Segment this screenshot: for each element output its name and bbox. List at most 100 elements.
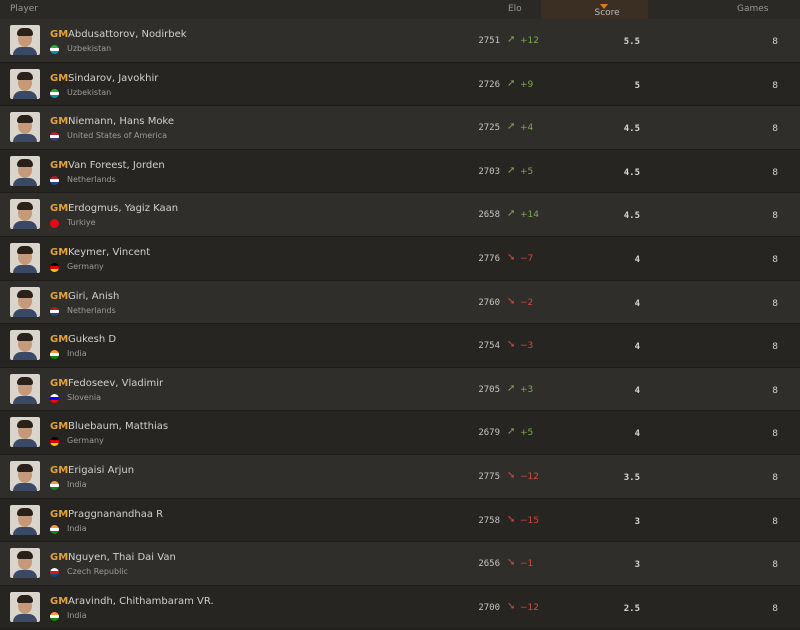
trend-down-icon: ➘ xyxy=(507,600,516,612)
country-flag-icon xyxy=(50,524,59,534)
player-name-link[interactable]: Gukesh D xyxy=(68,334,116,345)
player-avatar[interactable] xyxy=(10,330,40,361)
player-avatar[interactable] xyxy=(10,112,40,143)
country-flag-icon xyxy=(50,568,59,578)
table-row[interactable]: GM Abdusattorov, Nodirbek Uzbekistan 2751 ➚ +… xyxy=(0,19,800,63)
column-header-elo[interactable]: Elo xyxy=(508,4,522,14)
avatar-body-shape xyxy=(13,570,37,579)
player-avatar[interactable] xyxy=(10,155,40,186)
table-row[interactable]: GM Erigaisi Arjun India 2775 ➘ −12 3.5 8 xyxy=(0,454,800,499)
avatar-hair-shape xyxy=(17,71,33,80)
table-row[interactable]: GM Giri, Anish Netherlands 2760 ➘ −2 4 8 xyxy=(0,280,800,325)
trend-up-icon: ➚ xyxy=(507,164,516,176)
player-games: 8 xyxy=(772,472,778,483)
player-games: 8 xyxy=(772,298,778,309)
rating-change: +9 xyxy=(520,79,534,90)
player-score: 4.5 xyxy=(623,124,640,135)
player-avatar[interactable] xyxy=(10,504,40,535)
trend-up-icon: ➚ xyxy=(507,34,516,45)
player-name-link[interactable]: Bluebaum, Matthias xyxy=(68,421,168,432)
column-header-player[interactable]: Player xyxy=(10,4,38,14)
table-row[interactable]: GM Erdogmus, Yagiz Kaan Turkiye 2658 ➚ +14 4.5… xyxy=(0,193,800,237)
table-body: GM Abdusattorov, Nodirbek Uzbekistan 2751 ➚ +… xyxy=(0,19,800,630)
player-name-link[interactable]: Niemann, Hans Moke xyxy=(68,116,174,127)
rating-change: −12 xyxy=(520,471,539,482)
player-elo: 2758 xyxy=(478,515,500,526)
player-title: GM xyxy=(50,508,69,520)
table-row[interactable]: GM Keymer, Vincent Germany 2776 ➘ −7 4 8 xyxy=(0,236,800,281)
player-title: GM xyxy=(50,377,69,389)
table-row[interactable]: GM Fedoseev, Vladimir Slovenia 2705 ➚ +3 4 8 xyxy=(0,367,800,412)
player-elo: 2656 xyxy=(478,559,500,570)
country-flag-icon xyxy=(50,437,59,447)
avatar-hair-shape xyxy=(17,507,33,516)
player-elo: 2705 xyxy=(478,384,500,395)
player-avatar[interactable] xyxy=(10,591,40,622)
player-avatar[interactable] xyxy=(10,460,40,491)
table-row[interactable]: GM Sindarov, Javokhir Uzbekistan 2726 ➚ +9 5 8 xyxy=(0,62,800,107)
table-row[interactable]: GM Bluebaum, Matthias Germany 2679 ➚ +5 4 8 xyxy=(0,411,800,455)
player-name-link[interactable]: Aravindh, Chithambaram VR. xyxy=(68,596,214,607)
rating-change: −1 xyxy=(520,559,534,570)
player-name-link[interactable]: Praggnanandhaa R xyxy=(68,509,163,520)
player-elo: 2751 xyxy=(478,36,500,46)
player-avatar[interactable] xyxy=(10,286,40,317)
table-row[interactable]: GM Nguyen, Thai Dai Van Czech Republic 2656… xyxy=(0,542,800,586)
player-name-link[interactable]: Erigaisi Arjun xyxy=(68,465,134,476)
player-name-link[interactable]: Nguyen, Thai Dai Van xyxy=(68,552,176,563)
player-avatar[interactable] xyxy=(10,199,40,230)
table-row[interactable]: GM Praggnanandhaa R India 2758 ➘ −15 3 8 xyxy=(0,498,800,543)
player-games: 8 xyxy=(772,429,778,440)
avatar-body-shape xyxy=(13,90,37,99)
avatar-hair-shape xyxy=(17,333,33,342)
country-flag-icon xyxy=(50,219,59,229)
player-score: 4 xyxy=(634,429,640,440)
player-country: India xyxy=(67,523,87,533)
trend-up-icon: ➚ xyxy=(507,77,516,89)
player-country: Germany xyxy=(67,436,104,446)
player-name-link[interactable]: Keymer, Vincent xyxy=(68,247,150,258)
player-name-link[interactable]: Abdusattorov, Nodirbek xyxy=(68,29,187,40)
rating-change: +12 xyxy=(520,36,539,46)
column-header-score[interactable]: Score xyxy=(541,0,648,19)
player-games: 8 xyxy=(772,603,778,614)
table-row[interactable]: GM Gukesh D India 2754 ➘ −3 4 8 xyxy=(0,324,800,368)
player-games: 8 xyxy=(772,385,778,396)
rating-change: −15 xyxy=(520,515,539,526)
player-name-link[interactable]: Sindarov, Javokhir xyxy=(68,73,158,84)
player-avatar[interactable] xyxy=(10,373,40,404)
trend-up-icon: ➚ xyxy=(507,208,516,220)
player-avatar[interactable] xyxy=(10,242,40,273)
avatar-hair-shape xyxy=(17,158,33,167)
player-score: 2.5 xyxy=(623,603,640,614)
player-games: 8 xyxy=(772,516,778,527)
player-games: 8 xyxy=(772,211,778,222)
rating-change: +4 xyxy=(520,123,534,134)
player-name-link[interactable]: Fedoseev, Vladimir xyxy=(68,378,163,389)
player-avatar[interactable] xyxy=(10,548,40,579)
player-name-link[interactable]: Giri, Anish xyxy=(68,291,119,302)
table-row[interactable]: GM Aravindh, Chithambaram VR. India 2700 ➘ −1… xyxy=(0,585,800,630)
avatar-hair-shape xyxy=(17,420,33,429)
avatar-body-shape xyxy=(13,134,37,143)
player-name-link[interactable]: Van Foreest, Jorden xyxy=(68,160,165,171)
player-name-link[interactable]: Erdogmus, Yagiz Kaan xyxy=(68,203,178,214)
avatar-hair-shape xyxy=(17,463,33,472)
player-score: 3.5 xyxy=(623,472,640,483)
player-country: India xyxy=(67,479,87,489)
player-avatar[interactable] xyxy=(10,25,40,55)
column-header-games[interactable]: Games xyxy=(737,4,768,14)
country-flag-icon xyxy=(50,132,59,142)
player-title: GM xyxy=(50,595,69,607)
player-avatar[interactable] xyxy=(10,417,40,448)
player-elo: 2726 xyxy=(478,79,500,90)
player-avatar[interactable] xyxy=(10,68,40,99)
player-games: 8 xyxy=(772,254,778,265)
rating-change: +5 xyxy=(520,166,534,177)
table-row[interactable]: GM Niemann, Hans Moke United States of Ame… xyxy=(0,106,800,150)
player-title: GM xyxy=(50,334,69,346)
table-row[interactable]: GM Van Foreest, Jorden Netherlands 2703 ➚ +5 4… xyxy=(0,149,800,194)
country-flag-icon xyxy=(50,262,59,272)
rating-change: −2 xyxy=(520,297,534,308)
player-score: 4 xyxy=(634,385,640,396)
